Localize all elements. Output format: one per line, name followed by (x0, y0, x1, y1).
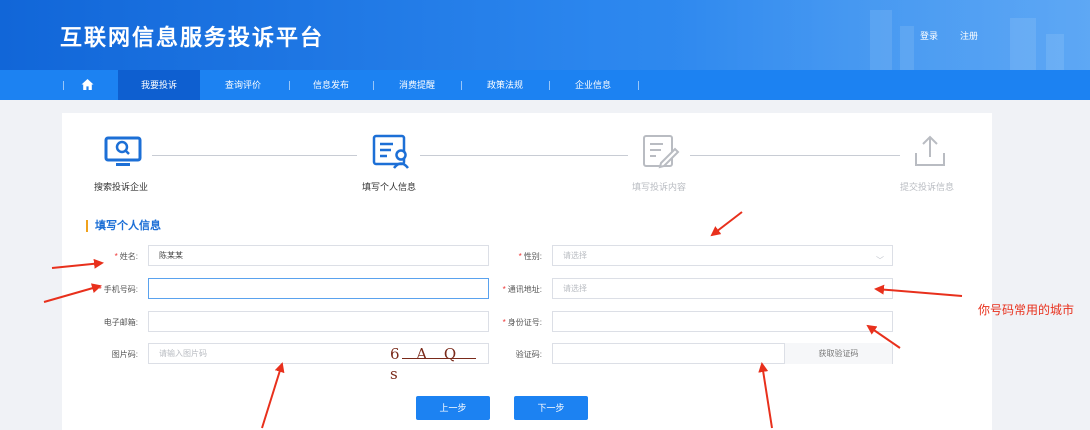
arrow-to-gender (710, 211, 743, 237)
arrow-to-captcha (261, 362, 285, 429)
annotation-arrows (43, 211, 963, 429)
arrow-to-id-number (866, 324, 901, 349)
arrow-to-sms-code (758, 362, 773, 429)
arrow-to-address (874, 284, 963, 297)
annotation-note: 你号码常用的城市 (978, 303, 1075, 317)
arrow-to-name (51, 258, 104, 269)
arrow-to-phone (43, 283, 102, 303)
